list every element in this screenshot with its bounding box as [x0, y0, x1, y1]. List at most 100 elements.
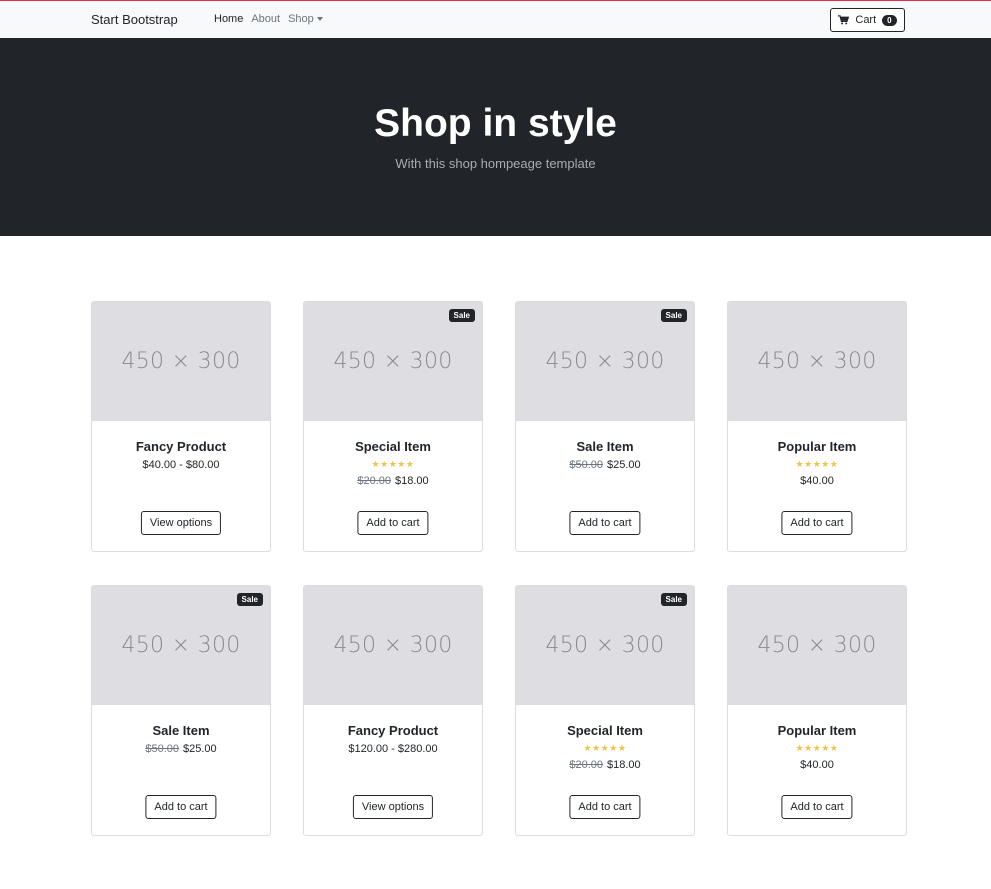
product-card: 450 × 300 Sale Special Item ★★★★★ $20.00 $18.… — [303, 301, 483, 552]
product-rating: ★★★★★ — [304, 459, 482, 470]
star-icon: ★ — [388, 459, 398, 469]
product-price-row: $40.00 — [728, 475, 906, 487]
product-name: Sale Item — [152, 723, 210, 738]
product-image-placeholder: 450 × 300 — [728, 302, 906, 421]
old-price: $20.00 — [569, 759, 603, 771]
product-rating: ★★★★★ — [516, 743, 694, 754]
old-price: $50.00 — [569, 459, 603, 471]
star-icon: ★ — [804, 743, 813, 753]
nav-link-about[interactable]: About — [251, 13, 280, 25]
product-name: Fancy Product — [347, 723, 439, 738]
nav-link-shop-dropdown[interactable]: Shop — [288, 13, 323, 25]
star-icon: ★ — [592, 743, 601, 753]
product-name: Popular Item — [777, 439, 857, 454]
cart-button[interactable]: Cart 0 — [830, 8, 905, 32]
star-icon: ★ — [600, 743, 610, 753]
product-card-body: Special Item ★★★★★ $20.00 $18.00 — [516, 705, 694, 771]
product-price-row: $20.00 $18.00 — [304, 475, 482, 487]
product-price-row: $40.00 - $80.00 — [92, 459, 270, 471]
product-price: $25.00 — [607, 459, 641, 471]
star-icon: ★ — [371, 459, 381, 469]
star-icon: ★ — [405, 459, 415, 469]
add-to-cart-button[interactable]: Add to cart — [569, 795, 641, 819]
product-price-row: $20.00 $18.00 — [516, 759, 694, 771]
view-options-button[interactable]: View options — [140, 511, 222, 535]
star-icon: ★ — [829, 459, 839, 469]
star-icon: ★ — [795, 459, 805, 469]
view-options-button[interactable]: View options — [352, 795, 434, 819]
sale-badge: Sale — [660, 593, 687, 606]
product-card: 450 × 300 Sale Sale Item $50.00 $25.00 Add to… — [91, 585, 271, 836]
product-name: Special Item — [355, 439, 431, 454]
old-price: $20.00 — [357, 475, 391, 487]
brand-link[interactable]: Start Bootstrap — [91, 12, 178, 27]
product-card-body: Popular Item ★★★★★ $40.00 — [728, 421, 906, 487]
star-icon: ★ — [821, 743, 830, 753]
product-image-placeholder: 450 × 300 — [92, 302, 270, 421]
hero-header: Shop in style With this shop hompeage te… — [0, 38, 991, 236]
cart-icon — [838, 15, 850, 25]
product-price-row: $40.00 — [728, 759, 906, 771]
product-card-body: Popular Item ★★★★★ $40.00 — [728, 705, 906, 771]
product-price-row: $50.00 $25.00 — [92, 743, 270, 755]
star-icon: ★ — [812, 743, 822, 753]
star-icon: ★ — [380, 459, 389, 469]
star-icon: ★ — [397, 459, 406, 469]
star-icon: ★ — [821, 459, 830, 469]
product-price: $25.00 — [183, 743, 217, 755]
product-card-body: Sale Item $50.00 $25.00 — [516, 421, 694, 471]
star-icon: ★ — [617, 743, 627, 753]
navbar: Start Bootstrap Home About Shop Cart 0 — [0, 1, 991, 38]
star-icon: ★ — [812, 459, 822, 469]
product-grid: 450 × 300 Fancy Product $40.00 - $80.00 Vie… — [91, 301, 907, 836]
add-to-cart-button[interactable]: Add to cart — [781, 511, 853, 535]
cart-count-badge: 0 — [882, 14, 897, 26]
star-icon: ★ — [583, 743, 593, 753]
product-price: $120.00 - $280.00 — [348, 743, 438, 755]
add-to-cart-button[interactable]: Add to cart — [145, 795, 217, 819]
hero-subtitle: With this shop hompeage template — [395, 156, 596, 171]
product-price: $40.00 — [800, 475, 834, 487]
nav-link-home[interactable]: Home — [214, 13, 243, 25]
product-rating: ★★★★★ — [728, 743, 906, 754]
hero-title: Shop in style — [374, 102, 617, 145]
sale-badge: Sale — [236, 593, 263, 606]
product-card-body: Special Item ★★★★★ $20.00 $18.00 — [304, 421, 482, 487]
product-name: Sale Item — [576, 439, 634, 454]
old-price: $50.00 — [145, 743, 179, 755]
add-to-cart-button[interactable]: Add to cart — [569, 511, 641, 535]
product-card: 450 × 300 Fancy Product $120.00 - $280.00 V… — [303, 585, 483, 836]
star-icon: ★ — [804, 459, 813, 469]
product-price-row: $50.00 $25.00 — [516, 459, 694, 471]
product-card: 450 × 300 Fancy Product $40.00 - $80.00 Vie… — [91, 301, 271, 552]
product-card-body: Fancy Product $40.00 - $80.00 — [92, 421, 270, 471]
product-card: 450 × 300 Popular Item ★★★★★ $40.00 Add to c… — [727, 301, 907, 552]
add-to-cart-button[interactable]: Add to cart — [781, 795, 853, 819]
sale-badge: Sale — [660, 309, 687, 322]
product-image-placeholder: 450 × 300 — [728, 586, 906, 705]
product-price: $40.00 — [800, 759, 834, 771]
star-icon: ★ — [795, 743, 805, 753]
cart-label: Cart — [855, 14, 877, 26]
sale-badge: Sale — [448, 309, 475, 322]
product-name: Fancy Product — [135, 439, 227, 454]
add-to-cart-button[interactable]: Add to cart — [357, 511, 429, 535]
chevron-down-icon — [316, 17, 323, 21]
product-price: $40.00 - $80.00 — [142, 459, 220, 471]
product-name: Popular Item — [777, 723, 857, 738]
product-card: 450 × 300 Sale Special Item ★★★★★ $20.00 $18.… — [515, 585, 695, 836]
star-icon: ★ — [609, 743, 618, 753]
product-card: 450 × 300 Sale Sale Item $50.00 $25.00 Add to… — [515, 301, 695, 552]
nav-link-shop-label: Shop — [288, 13, 314, 25]
nav-links: Home About Shop — [214, 13, 323, 25]
star-icon: ★ — [829, 743, 839, 753]
product-price-row: $120.00 - $280.00 — [304, 743, 482, 755]
product-rating: ★★★★★ — [728, 459, 906, 470]
product-price: $18.00 — [395, 475, 429, 487]
product-card: 450 × 300 Popular Item ★★★★★ $40.00 Add to c… — [727, 585, 907, 836]
product-card-body: Sale Item $50.00 $25.00 — [92, 705, 270, 755]
product-image-placeholder: 450 × 300 — [304, 586, 482, 705]
product-name: Special Item — [567, 723, 643, 738]
product-price: $18.00 — [607, 759, 641, 771]
product-card-body: Fancy Product $120.00 - $280.00 — [304, 705, 482, 755]
